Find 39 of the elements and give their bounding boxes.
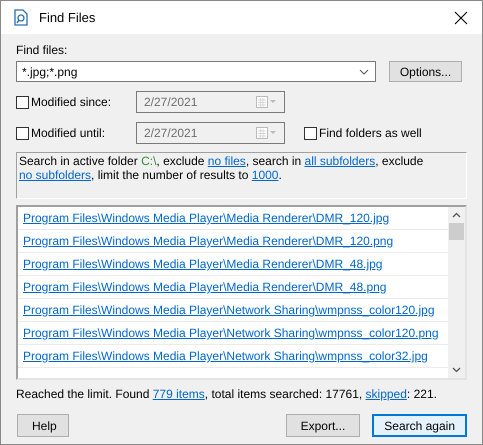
chevron-down-icon [359, 68, 369, 74]
result-link[interactable]: Program Files\Windows Media Player\Media Renderer\DMR_120.jpg [23, 209, 390, 227]
result-link[interactable]: Program Files\Windows Media Player\Media Renderer\DMR_48.jpg [23, 255, 382, 273]
scrollbar[interactable] [448, 207, 465, 378]
search-summary: Search in active folder C:\, exclude no files, search in all subfolders, exclude no subfolders, limit the number of results to 1000. [19, 154, 424, 182]
result-link[interactable]: Program Files\Windows Media Player\Network Sharing\wmpnss_color120.jpg [23, 301, 434, 319]
window-title: Find Files [39, 8, 96, 27]
options-button[interactable]: Options... [389, 61, 462, 82]
calendar-dropdown-icon [256, 127, 278, 139]
file-pattern-combo[interactable]: *.jpg;*.png [16, 61, 376, 82]
dialog-button[interactable]: Help [17, 414, 69, 437]
result-link[interactable]: Program Files\Windows Media Player\Media Renderer\DMR_48.png [23, 278, 386, 296]
result-link[interactable]: Program Files\Windows Media Player\Network Sharing\wmpnss_color32.jpg [23, 347, 428, 365]
link[interactable]: skipped [366, 387, 407, 401]
date-field: 2/27/2021 [136, 122, 285, 144]
scrollbar-thumb[interactable] [449, 223, 464, 240]
chevron-up-icon[interactable] [452, 212, 461, 218]
dialog-button[interactable]: Export... [286, 414, 360, 437]
result-link[interactable]: Program Files\Windows Media Player\Media Renderer\DMR_120.png [23, 232, 394, 250]
result-link[interactable]: Program Files\Windows Media Player\Network Sharing\wmpnss_color120.png [23, 324, 439, 342]
link[interactable]: no subfolders [19, 168, 92, 182]
checkbox-label: Modified since: [31, 94, 112, 111]
calendar-dropdown-icon [256, 96, 278, 108]
checkbox[interactable] [16, 96, 29, 108]
link[interactable]: no files [208, 154, 246, 168]
field-label: Find files: [16, 42, 68, 58]
link[interactable]: all subfolders [304, 154, 376, 168]
checkbox[interactable] [304, 126, 317, 140]
close-icon[interactable] [454, 10, 468, 24]
chevron-down-icon[interactable] [452, 367, 461, 373]
link[interactable]: 779 items [152, 387, 205, 401]
checkbox-label: Find folders as well [319, 125, 422, 142]
document-search-icon [13, 9, 29, 26]
checkbox[interactable] [16, 126, 29, 140]
dialog-button[interactable]: Search again [372, 414, 467, 437]
link[interactable]: 1000 [252, 168, 278, 182]
status-text: Reached the limit. Found 779 items, total items searched: 17761, skipped: 221. [16, 387, 438, 401]
date-field: 2/27/2021 [136, 91, 285, 113]
checkbox-label: Modified until: [31, 125, 106, 142]
